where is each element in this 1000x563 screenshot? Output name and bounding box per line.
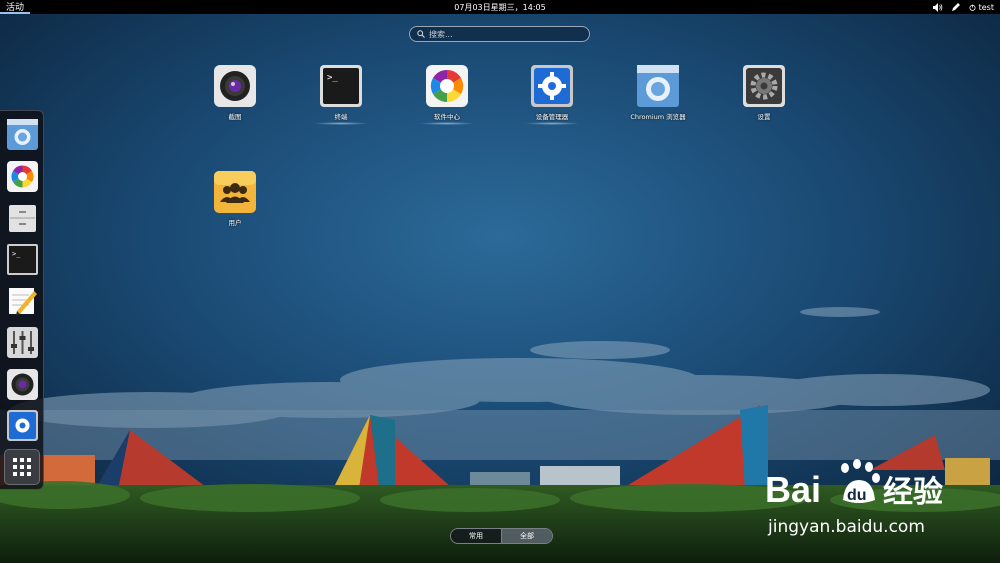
search-box[interactable] — [409, 26, 590, 42]
user-menu[interactable]: test — [969, 3, 994, 12]
pen-icon[interactable] — [951, 2, 961, 12]
dash-software-center[interactable] — [7, 161, 38, 192]
app-terminal[interactable]: >_ 终端 — [291, 64, 391, 125]
app-grid-icon — [13, 458, 31, 476]
running-indicator — [419, 122, 475, 125]
svg-text:>_: >_ — [12, 250, 21, 258]
power-icon — [969, 3, 976, 11]
dash-text-editor[interactable] — [7, 285, 38, 316]
device-manager-icon — [530, 64, 574, 108]
chromium-icon — [7, 119, 38, 150]
app-label: 软件中心 — [434, 113, 460, 121]
app-label: 截图 — [228, 113, 242, 121]
app-label: 终端 — [334, 113, 348, 121]
software-center-icon — [425, 64, 469, 108]
running-indicator — [313, 122, 369, 125]
camera-icon — [7, 369, 38, 400]
clock[interactable]: 07月03日星期三，14:05 — [454, 3, 545, 12]
search-input[interactable] — [429, 29, 579, 39]
search-icon — [417, 30, 425, 38]
tab-all[interactable]: 全部 — [501, 529, 552, 543]
app-label: 用户 — [228, 219, 242, 227]
settings-gear-icon — [742, 64, 786, 108]
username: test — [978, 2, 994, 12]
software-center-icon — [7, 161, 38, 192]
app-settings[interactable]: 设置 — [714, 64, 814, 121]
svg-text:Bai: Bai — [765, 469, 821, 510]
clock-area: 07月03日星期三，14:05 — [0, 2, 1000, 13]
dash-sidebar: >_ — [0, 110, 44, 490]
dash-files[interactable] — [7, 203, 38, 234]
device-manager-icon — [7, 410, 38, 441]
chromium-icon — [636, 64, 680, 108]
app-users[interactable]: 用户 — [185, 170, 285, 227]
top-bar: 活动 07月03日星期三，14:05 test — [0, 0, 1000, 14]
svg-text:du: du — [847, 487, 867, 504]
terminal-icon: >_ — [319, 64, 363, 108]
tab-common[interactable]: 常用 — [451, 529, 501, 543]
mixer-icon — [7, 327, 38, 358]
dash-terminal[interactable]: >_ — [7, 244, 38, 275]
users-icon — [213, 170, 257, 214]
app-label: 设备管理器 — [535, 113, 569, 121]
camera-icon — [213, 64, 257, 108]
volume-icon[interactable] — [932, 2, 943, 12]
view-switch: 常用 全部 — [450, 528, 553, 544]
svg-text:>_: >_ — [327, 73, 338, 83]
show-applications-button[interactable] — [4, 449, 40, 485]
activities-button[interactable]: 活动 — [0, 0, 31, 14]
dash-device-manager[interactable] — [7, 410, 38, 441]
app-label: 设置 — [757, 113, 771, 121]
system-tray: test — [932, 0, 994, 14]
watermark-url: jingyan.baidu.com — [768, 517, 925, 537]
svg-text:经验: 经验 — [883, 475, 943, 510]
dash-camera[interactable] — [7, 369, 38, 400]
app-label: Chromium 浏览器 — [630, 113, 686, 121]
app-chromium[interactable]: Chromium 浏览器 — [608, 64, 708, 121]
dash-chromium[interactable] — [7, 119, 38, 150]
app-software-center[interactable]: 软件中心 — [397, 64, 497, 125]
text-editor-icon — [9, 288, 37, 315]
app-screenshot[interactable]: 截图 — [185, 64, 285, 121]
terminal-icon: >_ — [7, 244, 38, 275]
dash-mixer[interactable] — [7, 327, 38, 358]
baidu-watermark-logo: Bai du 经验 — [765, 459, 943, 510]
running-indicator — [524, 122, 580, 125]
app-device-manager[interactable]: 设备管理器 — [502, 64, 602, 125]
file-cabinet-icon — [9, 205, 36, 232]
